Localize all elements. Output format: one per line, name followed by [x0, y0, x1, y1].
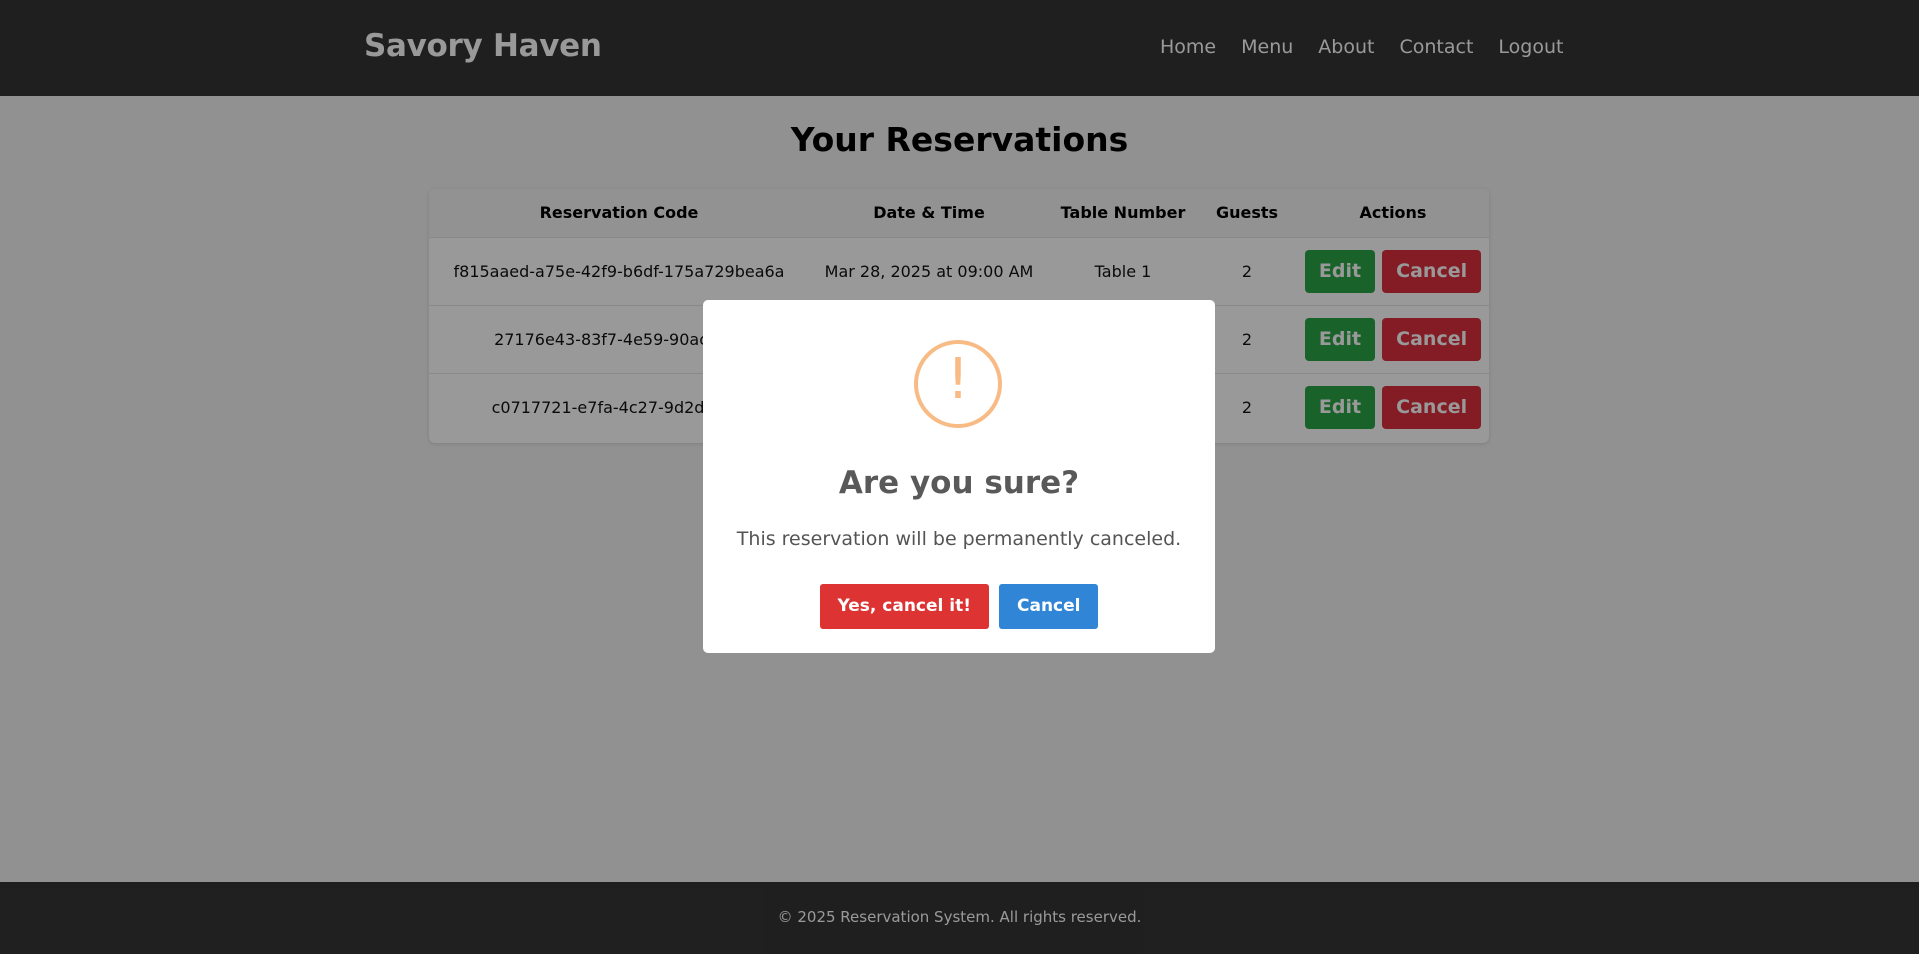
- confirm-dialog: ! Are you sure? This reservation will be…: [703, 300, 1215, 653]
- confirm-cancel-button[interactable]: Yes, cancel it!: [819, 584, 989, 629]
- dismiss-button[interactable]: Cancel: [999, 584, 1099, 629]
- dialog-title: Are you sure?: [838, 465, 1080, 501]
- modal-backdrop[interactable]: ! Are you sure? This reservation will be…: [0, 0, 1919, 954]
- dialog-message: This reservation will be permanently can…: [736, 528, 1182, 550]
- warning-icon: !: [914, 340, 1002, 428]
- dialog-actions: Yes, cancel it! Cancel: [703, 584, 1215, 629]
- warning-mark: !: [946, 347, 970, 412]
